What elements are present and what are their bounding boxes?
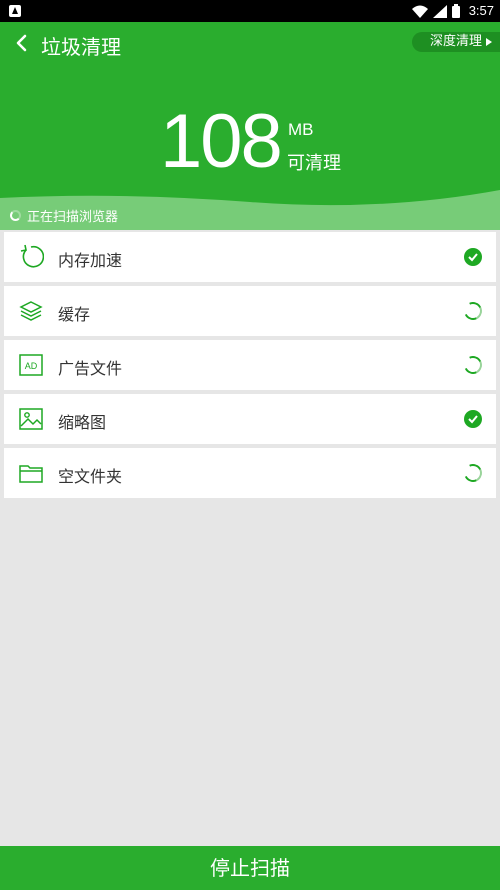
- signal-icon: [433, 4, 447, 18]
- notification-icon: [9, 5, 21, 17]
- list-item-label: 内存加速: [58, 251, 123, 270]
- folder-icon: [19, 465, 43, 483]
- list-item-empty-folders[interactable]: 空文件夹: [4, 448, 496, 498]
- system-icons: [412, 4, 460, 18]
- list-item-cache[interactable]: 缓存: [4, 286, 496, 336]
- list-item-thumbnails[interactable]: 缩略图: [4, 394, 496, 444]
- back-arrow-icon[interactable]: [12, 32, 32, 54]
- scan-category-list: 内存加速 缓存 AD 广告文件 缩略图 空文件夹: [4, 232, 496, 502]
- check-icon: [464, 410, 482, 428]
- layers-icon: [19, 301, 43, 321]
- app-header: 垃圾清理 深度清理 108 MB 可清理 正在扫描浏览器: [0, 22, 500, 230]
- status-bar: 3:57: [0, 0, 500, 22]
- stop-scan-button[interactable]: 停止扫描: [0, 846, 500, 890]
- loading-spinner-icon: [461, 353, 485, 377]
- loading-spinner-icon: [10, 210, 21, 221]
- list-item-ad-files[interactable]: AD 广告文件: [4, 340, 496, 390]
- list-item-memory-boost[interactable]: 内存加速: [4, 232, 496, 282]
- scan-status-text: 正在扫描浏览器: [27, 210, 119, 225]
- deep-clean-label: 深度清理: [429, 34, 482, 49]
- junk-size-label: 可清理: [287, 153, 341, 174]
- deep-clean-button[interactable]: 深度清理: [411, 32, 500, 52]
- junk-size-unit: MB: [288, 120, 314, 139]
- loading-spinner-icon: [461, 461, 485, 485]
- scan-status: 正在扫描浏览器: [10, 206, 118, 225]
- check-icon: [464, 248, 482, 266]
- battery-icon: [452, 4, 460, 18]
- svg-text:AD: AD: [25, 361, 38, 371]
- image-icon: [19, 408, 43, 430]
- junk-size-value: 108: [160, 99, 283, 184]
- ad-icon: AD: [19, 354, 43, 376]
- page-title: 垃圾清理: [41, 35, 121, 59]
- refresh-icon: [20, 244, 44, 268]
- status-time: 3:57: [468, 3, 494, 18]
- list-item-label: 广告文件: [58, 359, 123, 378]
- wifi-icon: [412, 5, 428, 18]
- list-item-label: 缓存: [58, 305, 91, 324]
- loading-spinner-icon: [461, 299, 485, 323]
- list-item-label: 缩略图: [58, 413, 107, 432]
- list-item-label: 空文件夹: [58, 467, 123, 486]
- play-arrow-icon: [486, 38, 492, 46]
